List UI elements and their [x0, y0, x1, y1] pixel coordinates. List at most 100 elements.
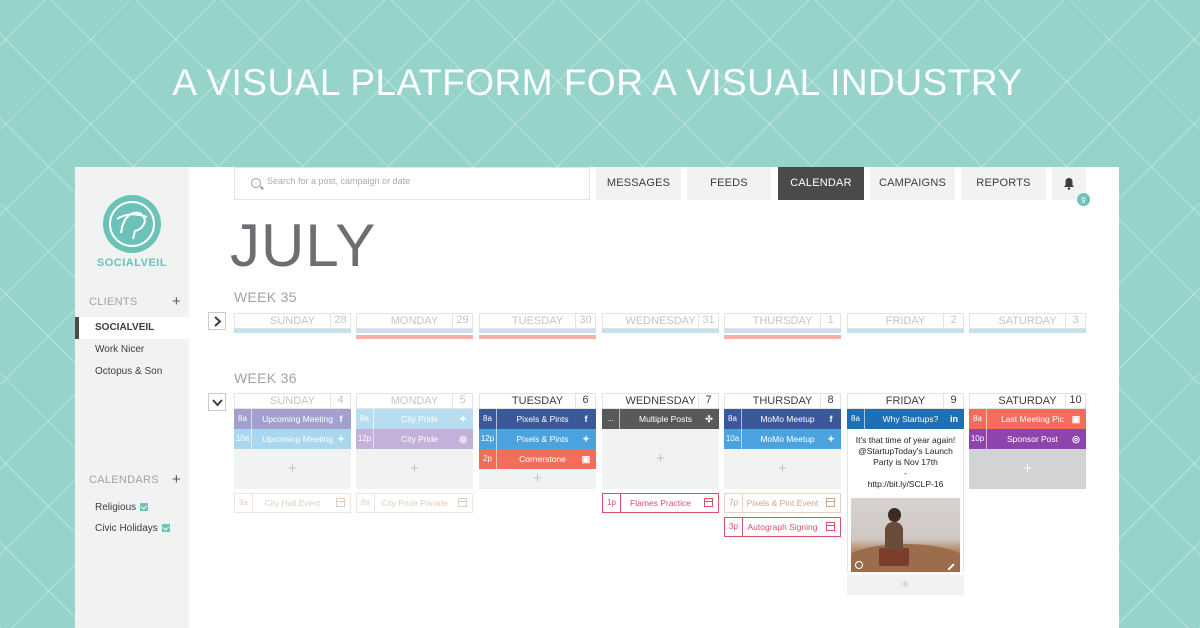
twitter-icon: ✦: [827, 434, 835, 444]
add-post-button[interactable]: +: [602, 429, 719, 489]
post-event[interactable]: 12p Pixels & Pints ✦: [479, 429, 596, 449]
event-label: Pixels & Pint Event: [746, 498, 819, 508]
day-cell[interactable]: TUESDAY 6 8a Pixels & Pints f 12p Pixels & P…: [479, 393, 596, 489]
nav-reports[interactable]: REPORTS: [961, 167, 1046, 200]
search-box[interactable]: [234, 167, 590, 200]
post-event[interactable]: 8a Why Startups? in: [847, 409, 964, 429]
calendar-item-religious[interactable]: Religious: [95, 502, 149, 513]
event-time: 12p: [479, 429, 497, 449]
post-text-line: @StartupToday's Launch: [858, 446, 953, 456]
day-cell[interactable]: MONDAY 29: [356, 313, 473, 339]
client-item-socialveil[interactable]: SOCIALVEIL: [75, 317, 189, 339]
calendar-icon: [458, 498, 467, 507]
search-input[interactable]: [267, 176, 567, 186]
photo-person: [885, 522, 903, 550]
event-label: Pixels & Pints: [516, 434, 569, 444]
post-event[interactable]: ... Multiple Posts ✣: [602, 409, 719, 429]
calendars-heading: CALENDARS +: [89, 471, 181, 488]
day-header: TUESDAY 6: [479, 393, 596, 409]
calendar-bar: [724, 335, 841, 339]
linkedin-icon: in: [950, 414, 958, 424]
day-header: MONDAY 5: [356, 393, 473, 409]
post-event[interactable]: 10a Upcoming Meeting ✦: [234, 429, 351, 449]
event-label: City Hall Event: [264, 498, 321, 508]
post-event[interactable]: 10a MoMo Meetup ✦: [724, 429, 841, 449]
month-title: JULY: [230, 212, 377, 279]
nav-feeds[interactable]: FEEDS: [687, 167, 771, 200]
day-cell[interactable]: SUNDAY 4 8a Upcoming Meeting f 10a Upcoming …: [234, 393, 351, 513]
day-cell[interactable]: SATURDAY 3: [969, 313, 1086, 333]
day-cell[interactable]: WEDNESDAY 31: [602, 313, 719, 333]
post-text-line: Party is Nov 17th: [873, 457, 938, 467]
post-event[interactable]: 8a Pixels & Pints f: [479, 409, 596, 429]
day-cell[interactable]: SUNDAY 28: [234, 313, 351, 333]
event-label: MoMo Meetup: [760, 414, 815, 424]
client-item-octopus-son[interactable]: Octopus & Son: [75, 361, 189, 383]
calendar-bar: [356, 329, 473, 333]
checkbox-checked-icon[interactable]: [161, 524, 170, 532]
calendar-item-label: Civic Holidays: [95, 523, 158, 534]
multiple-icon: ✣: [705, 414, 713, 424]
day-cell[interactable]: WEDNESDAY 7 ... Multiple Posts ✣ + 1p Flames…: [602, 393, 719, 513]
nav-campaigns[interactable]: CAMPAIGNS: [870, 167, 955, 200]
day-header: FRIDAY 9: [847, 393, 964, 409]
post-event[interactable]: 8a Last Meeting Pic ▣: [969, 409, 1086, 429]
day-cell[interactable]: MONDAY 5 8a City Pride ✦ 12p City Pride ◎ + 8…: [356, 393, 473, 513]
post-event[interactable]: 12p City Pride ◎: [356, 429, 473, 449]
add-post-button[interactable]: +: [356, 449, 473, 489]
brand-name: SOCIALVEIL: [96, 257, 168, 269]
calendar-bar: [234, 329, 351, 333]
add-calendar-button[interactable]: +: [172, 471, 181, 488]
calendar-event[interactable]: 7p Pixels & Pint Event: [724, 493, 841, 513]
post-event[interactable]: 8a Upcoming Meeting f: [234, 409, 351, 429]
day-cell[interactable]: SATURDAY 10 8a Last Meeting Pic ▣ 10p Sponso…: [969, 393, 1086, 489]
nav-calendar[interactable]: CALENDAR: [778, 167, 864, 200]
calendars-heading-label: CALENDARS: [89, 474, 159, 486]
day-name: SATURDAY: [998, 395, 1057, 407]
collapse-week-button[interactable]: [208, 393, 226, 411]
day-cell[interactable]: FRIDAY 2: [847, 313, 964, 333]
post-event[interactable]: 10p Sponsor Post ◎: [969, 429, 1086, 449]
calendar-event[interactable]: 8a City Pride Parade: [356, 493, 473, 513]
chevron-down-icon: [212, 399, 223, 407]
calendar-event[interactable]: 1p Flames Practice: [602, 493, 719, 513]
socialveil-logo[interactable]: [103, 195, 161, 253]
post-event[interactable]: 8a City Pride ✦: [356, 409, 473, 429]
add-post-button[interactable]: +: [724, 449, 841, 489]
nav-messages[interactable]: MESSAGES: [596, 167, 681, 200]
day-cell[interactable]: THURSDAY 1: [724, 313, 841, 339]
calendar-item-civic-holidays[interactable]: Civic Holidays: [95, 523, 170, 534]
post-event[interactable]: 8a MoMo Meetup f: [724, 409, 841, 429]
post-preview[interactable]: It's that time of year again! @StartupTo…: [847, 429, 964, 572]
event-label: Cornerstone: [519, 454, 566, 464]
event-time: 12p: [356, 429, 374, 449]
post-event[interactable]: 2p Cornerstone ▣: [479, 449, 596, 469]
expand-week-button[interactable]: [208, 312, 226, 330]
post-link[interactable]: http://bit.ly/SCLP-16: [852, 479, 959, 490]
add-post-button[interactable]: +: [479, 469, 596, 489]
day-cell[interactable]: FRIDAY 9 8a Why Startups? in It's that time…: [847, 393, 964, 595]
add-post-button[interactable]: +: [969, 449, 1086, 489]
calendar-bar: [479, 335, 596, 339]
day-name: MONDAY: [390, 315, 439, 327]
calendar-event[interactable]: 9a City Hall Event: [234, 493, 351, 513]
twitter-icon: ✦: [459, 414, 467, 424]
day-cell[interactable]: TUESDAY 30: [479, 313, 596, 339]
event-time: 7p: [725, 494, 743, 512]
instagram-icon: ▣: [581, 454, 591, 464]
app-window: SOCIALVEIL CLIENTS + SOCIALVEIL Work Nic…: [75, 167, 1119, 628]
client-item-work-nicer[interactable]: Work Nicer: [75, 339, 189, 361]
checkbox-checked-icon[interactable]: [140, 503, 149, 511]
event-time: 3p: [725, 518, 743, 536]
add-client-button[interactable]: +: [172, 293, 181, 310]
calendar-event[interactable]: 3p Autograph Signing: [724, 517, 841, 537]
search-icon[interactable]: [855, 561, 863, 569]
day-number: 1: [820, 313, 840, 329]
post-text-line: It's that time of year again!: [855, 435, 956, 445]
add-post-button[interactable]: +: [847, 575, 964, 595]
day-number: 2: [943, 313, 963, 329]
add-post-button[interactable]: +: [234, 449, 351, 489]
day-header: THURSDAY 8: [724, 393, 841, 409]
event-time: 8a: [847, 409, 865, 429]
day-cell[interactable]: THURSDAY 8 8a MoMo Meetup f 10a MoMo Meetup ✦…: [724, 393, 841, 537]
